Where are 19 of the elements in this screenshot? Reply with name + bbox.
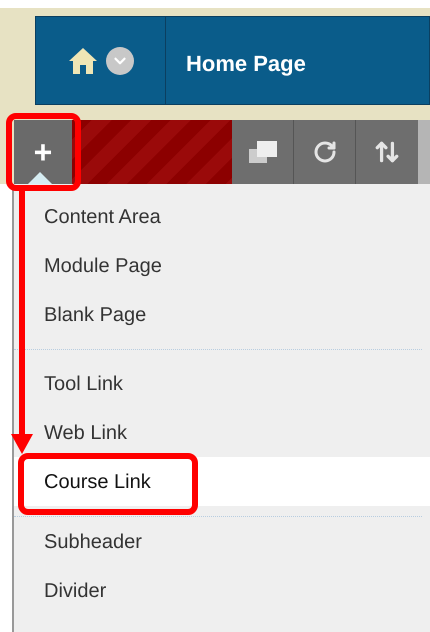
menu-item[interactable]: Subheader [14,517,430,566]
home-icon[interactable] [68,46,98,74]
windows-button[interactable] [232,120,294,184]
menu-item[interactable]: Content Area [14,192,430,241]
refresh-button[interactable] [294,120,356,184]
menu-item[interactable]: Course Link [14,457,430,506]
menu-item[interactable]: Tool Link [14,359,430,408]
toolbar-edge [418,120,430,184]
menu-item[interactable]: Blank Page [14,290,430,339]
sort-icon [374,139,400,165]
dropdown-icon[interactable] [106,46,134,74]
page-title: Home Page [185,50,306,78]
menu-item[interactable]: Web Link [14,408,430,457]
menu-item[interactable]: Module Page [14,241,430,290]
refresh-icon [312,140,337,164]
add-button[interactable]: + [14,120,72,184]
sort-button[interactable] [356,120,418,184]
windows-icon [248,141,277,163]
menu-item[interactable]: Divider [14,566,430,615]
